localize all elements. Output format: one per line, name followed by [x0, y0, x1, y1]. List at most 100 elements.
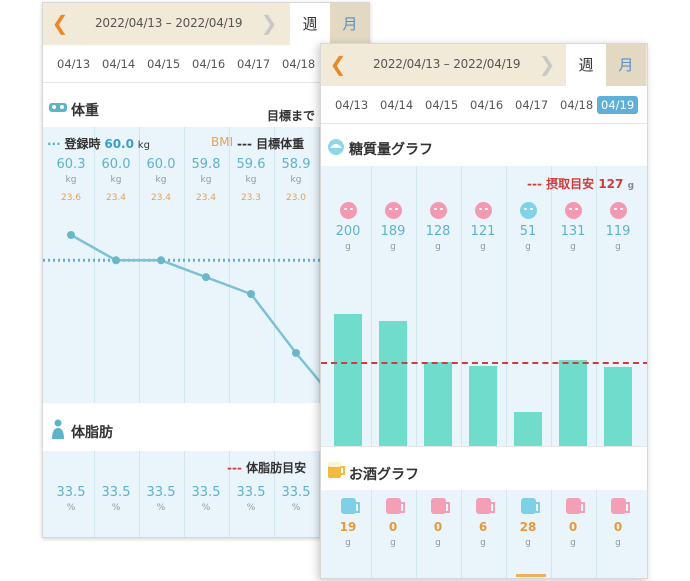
weight-point[interactable]	[202, 273, 210, 282]
smile-face-icon	[610, 202, 627, 219]
carb-unit: g	[435, 242, 441, 252]
alcohol-unit: g	[525, 538, 531, 548]
weight-point[interactable]	[292, 349, 300, 357]
date-header: ❮ 2022/04/13 – 2022/04/19 ❯ 週 月	[321, 44, 647, 86]
gridline	[371, 166, 372, 446]
carb-unit: g	[615, 242, 621, 252]
date-item[interactable]: 04/15	[147, 57, 180, 71]
carb-bar[interactable]	[604, 367, 632, 446]
carb-bar[interactable]	[514, 412, 542, 446]
date-item[interactable]: 04/17	[237, 57, 270, 71]
bodyfat-value: 33.5	[236, 485, 266, 500]
legend-bodyfat-text: 体脂肪目安	[246, 461, 307, 475]
alcohol-unit: g	[570, 538, 576, 548]
bodyfat-unit: %	[201, 503, 211, 513]
beer-mug-icon	[476, 498, 495, 514]
carb-bar[interactable]	[379, 321, 407, 446]
carb-screen: ❮ 2022/04/13 – 2022/04/19 ❯ 週 月 04/13 04…	[320, 43, 648, 579]
carb-section-header: 糖質量グラフ	[321, 132, 647, 166]
prev-week-arrow-icon[interactable]: ❮	[49, 10, 71, 36]
date-item[interactable]: 04/13	[335, 98, 368, 112]
carb-unit: g	[345, 242, 351, 252]
date-item[interactable]: 04/18	[282, 57, 315, 71]
date-item[interactable]: 04/16	[192, 57, 225, 71]
beer-mug-icon	[341, 498, 360, 514]
gridline	[94, 451, 95, 537]
date-item[interactable]: 04/13	[57, 57, 90, 71]
carb-value: 51	[519, 224, 537, 239]
carb-value: 128	[425, 224, 451, 239]
weight-point[interactable]	[157, 256, 165, 265]
tab-month[interactable]: 月	[330, 3, 369, 45]
weight-series-line	[70, 233, 332, 396]
bodyfat-unit: %	[111, 503, 121, 513]
alcohol-value: 0	[388, 520, 398, 534]
carb-value: 189	[380, 224, 406, 239]
tab-week[interactable]: 週	[290, 3, 330, 45]
weight-point[interactable]	[112, 256, 120, 265]
date-strip: 04/13 04/14 04/15 04/16 04/17 04/18 04/1…	[321, 86, 647, 124]
carb-bar[interactable]	[424, 361, 452, 446]
date-item[interactable]: 04/14	[102, 57, 135, 71]
smile-face-icon	[340, 202, 357, 219]
bodyfat-unit: %	[156, 503, 166, 513]
smile-face-icon	[475, 202, 492, 219]
date-item-selected[interactable]: 04/19	[597, 96, 639, 114]
carb-bar[interactable]	[559, 359, 587, 446]
carb-unit: g	[480, 242, 486, 252]
bodyfat-value: 33.5	[146, 485, 176, 500]
date-range: 2022/04/13 – 2022/04/19	[373, 57, 521, 71]
date-item[interactable]: 04/15	[425, 98, 458, 112]
target-unit: g	[627, 181, 635, 191]
gridline	[416, 490, 417, 578]
prev-week-arrow-icon[interactable]: ❮	[327, 51, 349, 77]
gridline	[184, 451, 185, 537]
alcohol-unit: g	[435, 538, 441, 548]
next-week-arrow-icon[interactable]: ❯	[536, 51, 558, 77]
scale-icon	[49, 103, 67, 112]
alcohol-value: 6	[478, 520, 488, 534]
carb-legend: --- 摂取目安 127 g	[527, 175, 634, 192]
alcohol-value: 0	[568, 520, 578, 534]
tab-week[interactable]: 週	[566, 44, 606, 86]
gridline	[461, 490, 462, 578]
carb-value: 121	[470, 224, 496, 239]
date-header: ❮ 2022/04/13 – 2022/04/19 ❯ 週 月	[43, 3, 369, 45]
beer-mug-icon	[611, 498, 630, 514]
bodyfat-unit: %	[291, 503, 301, 513]
carb-unit: g	[525, 242, 531, 252]
alcohol-unit: g	[345, 538, 351, 548]
gridline	[416, 166, 417, 446]
weight-title: 体重	[71, 103, 99, 119]
date-range: 2022/04/13 – 2022/04/19	[95, 16, 243, 30]
alcohol-unit: g	[615, 538, 621, 548]
tab-month[interactable]: 月	[606, 44, 646, 86]
bodyfat-value: 33.5	[281, 485, 311, 500]
carb-bar[interactable]	[334, 314, 362, 446]
person-icon	[52, 419, 64, 439]
carb-value: 119	[605, 224, 631, 239]
next-week-arrow-icon[interactable]: ❯	[258, 10, 280, 36]
alcohol-value: 28	[519, 520, 537, 534]
alcohol-value: 0	[613, 520, 623, 534]
legend-bodyfat-target: --- 体脂肪目安	[227, 461, 307, 475]
target-line-legend-label: --- 摂取目安	[527, 177, 595, 191]
beer-mug-icon	[566, 498, 585, 514]
date-item[interactable]: 04/16	[470, 98, 503, 112]
beer-mug-icon	[521, 498, 540, 514]
gridline	[551, 166, 552, 446]
bodyfat-title: 体脂肪	[71, 425, 113, 441]
weight-point[interactable]	[67, 231, 75, 239]
gridline	[371, 490, 372, 578]
beer-mug-icon	[431, 498, 450, 514]
smile-face-icon	[520, 202, 537, 219]
carb-value: 200	[335, 224, 361, 239]
carb-bar[interactable]	[469, 366, 497, 446]
goal-remaining-label: 目標まで	[267, 109, 316, 123]
smile-face-icon	[430, 202, 447, 219]
date-item[interactable]: 04/17	[515, 98, 548, 112]
weight-point[interactable]	[247, 290, 255, 298]
date-item[interactable]: 04/18	[560, 98, 593, 112]
carb-chart: --- 摂取目安 127 g 200 189 128 121 51 131 11…	[321, 166, 647, 446]
date-item[interactable]: 04/14	[380, 98, 413, 112]
